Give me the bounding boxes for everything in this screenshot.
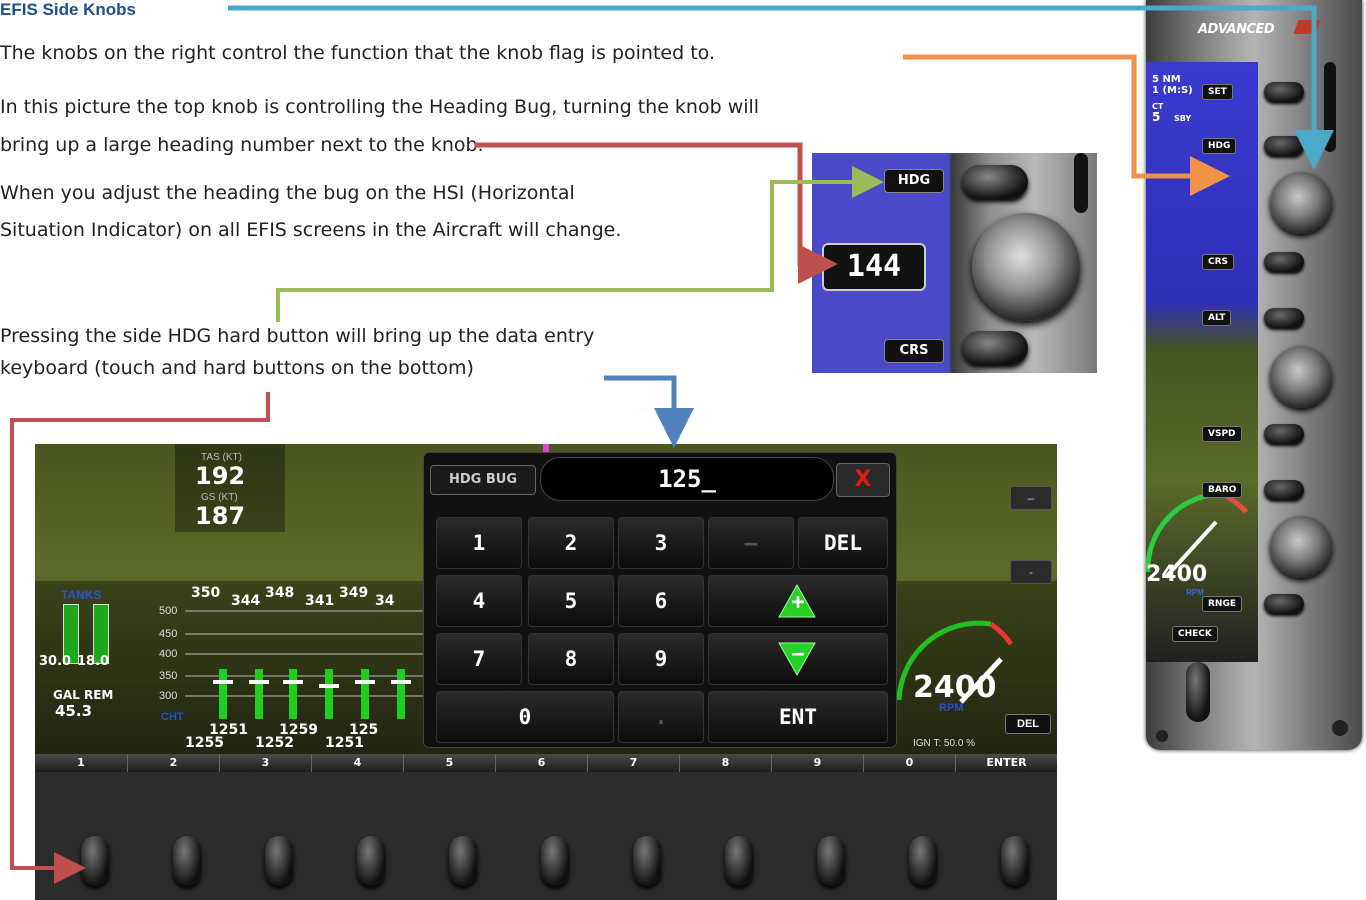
arrow-cyan [228, 5, 1334, 170]
arrow-red-button [10, 392, 270, 884]
arrow-orange [903, 54, 1230, 196]
arrow-red-heading [475, 142, 838, 284]
arrow-blue [604, 375, 694, 448]
callout-arrows [10, 5, 1334, 884]
arrow-green [276, 166, 884, 322]
